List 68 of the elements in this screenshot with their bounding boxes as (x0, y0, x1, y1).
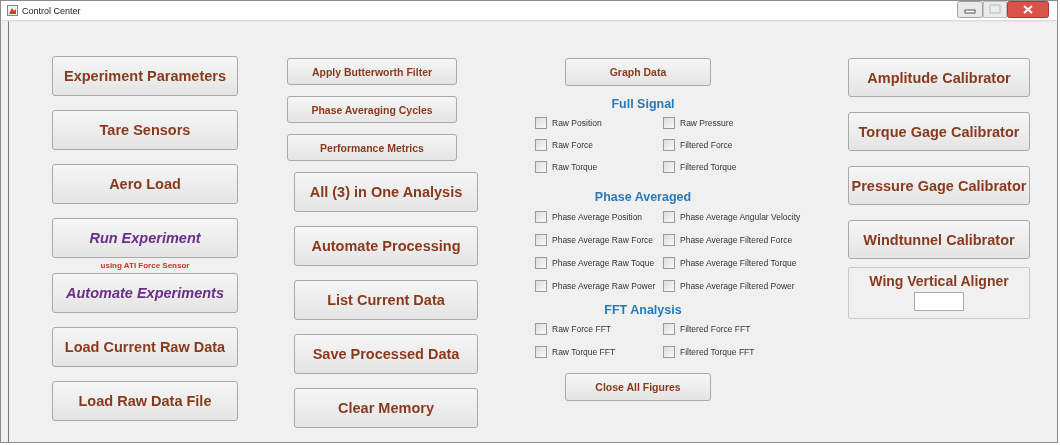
checkbox-label[interactable]: Filtered Torque FFT (680, 346, 755, 357)
action-button[interactable]: Save Processed Data (294, 334, 478, 374)
checkbox-label[interactable]: Raw Force FFT (552, 323, 612, 334)
checkbox[interactable] (663, 345, 675, 358)
section-heading: Phase Averaged (593, 189, 693, 205)
action-button[interactable]: Run Experiment (52, 218, 238, 258)
action-button[interactable]: Automate Processing (294, 226, 478, 266)
checkbox-label[interactable]: Filtered Force FFT (680, 323, 751, 334)
window-title: Control Center (22, 5, 81, 16)
checkbox-label[interactable]: Filtered Torque (680, 162, 737, 172)
checkbox-label[interactable]: Phase Average Filtered Power (680, 280, 795, 291)
action-button[interactable]: Automate Experiments (52, 273, 238, 313)
action-button[interactable]: Close All Figures (565, 373, 711, 401)
action-button[interactable]: Graph Data (565, 58, 711, 86)
action-button[interactable]: Pressure Gage Calibrator (848, 166, 1030, 205)
checkbox[interactable] (663, 279, 675, 292)
checkbox[interactable] (535, 161, 547, 173)
checkbox-label[interactable]: Filtered Force (680, 140, 733, 150)
input-field[interactable] (914, 292, 964, 311)
checkbox[interactable] (663, 233, 675, 246)
action-button[interactable]: Performance Metrics (287, 134, 457, 161)
section-heading: FFT Analysis (603, 303, 683, 317)
action-button[interactable]: Load Raw Data File (52, 381, 238, 421)
action-button[interactable]: List Current Data (294, 280, 478, 320)
action-button[interactable]: Amplitude Calibrator (848, 58, 1030, 97)
checkbox-label[interactable]: Phase Average Filtered Force (680, 234, 793, 245)
checkbox-label[interactable]: Raw Position (552, 118, 602, 128)
checkbox-label[interactable]: Phase Average Raw Toque (552, 257, 655, 268)
app-icon (7, 5, 18, 16)
sensor-note: using ATI Force Sensor (99, 260, 191, 272)
close-icon[interactable] (1007, 1, 1049, 18)
checkbox-label[interactable]: Phase Average Raw Force (552, 234, 653, 245)
checkbox-label[interactable]: Phase Average Position (552, 211, 643, 222)
action-button[interactable]: All (3) in One Analysis (294, 172, 478, 212)
checkbox-label[interactable]: Phase Average Filtered Torque (680, 257, 797, 268)
checkbox[interactable] (663, 256, 675, 269)
checkbox-label[interactable]: Raw Torque FFT (552, 346, 616, 357)
checkbox[interactable] (663, 117, 675, 129)
checkbox[interactable] (535, 117, 547, 129)
checkbox-label[interactable]: Raw Pressure (680, 118, 734, 128)
checkbox-label[interactable]: Phase Average Angular Velocity (680, 211, 801, 222)
action-button[interactable]: Apply Butterworth Filter (287, 58, 457, 85)
checkbox[interactable] (535, 139, 547, 151)
action-button[interactable]: Tare Sensors (52, 110, 238, 150)
checkbox[interactable] (535, 256, 547, 269)
section-heading: Full Signal (610, 96, 676, 112)
checkbox[interactable] (535, 279, 547, 292)
checkbox[interactable] (663, 210, 675, 223)
checkbox[interactable] (663, 161, 675, 173)
checkbox[interactable] (535, 233, 547, 246)
action-button[interactable]: Windtunnel Calibrator (848, 220, 1030, 259)
checkbox[interactable] (535, 322, 547, 335)
maximize-icon[interactable] (983, 1, 1007, 18)
action-button[interactable]: Clear Memory (294, 388, 478, 428)
checkbox[interactable] (663, 139, 675, 151)
checkbox-label[interactable]: Raw Force (552, 140, 594, 150)
action-button[interactable]: Torque Gage Calibrator (848, 112, 1030, 151)
checkbox-label[interactable]: Phase Average Raw Power (552, 280, 656, 291)
action-button[interactable]: Load Current Raw Data (52, 327, 238, 367)
checkbox-label[interactable]: Raw Torque (552, 162, 598, 172)
checkbox[interactable] (535, 210, 547, 223)
action-button[interactable]: Experiment Parameters (52, 56, 238, 96)
minimize-icon[interactable] (957, 1, 983, 18)
checkbox[interactable] (535, 345, 547, 358)
checkbox[interactable] (663, 322, 675, 335)
action-button[interactable]: Aero Load (52, 164, 238, 204)
panel-title: Wing Vertical Aligner (869, 273, 1009, 289)
action-button[interactable]: Phase Averaging Cycles (287, 96, 457, 123)
